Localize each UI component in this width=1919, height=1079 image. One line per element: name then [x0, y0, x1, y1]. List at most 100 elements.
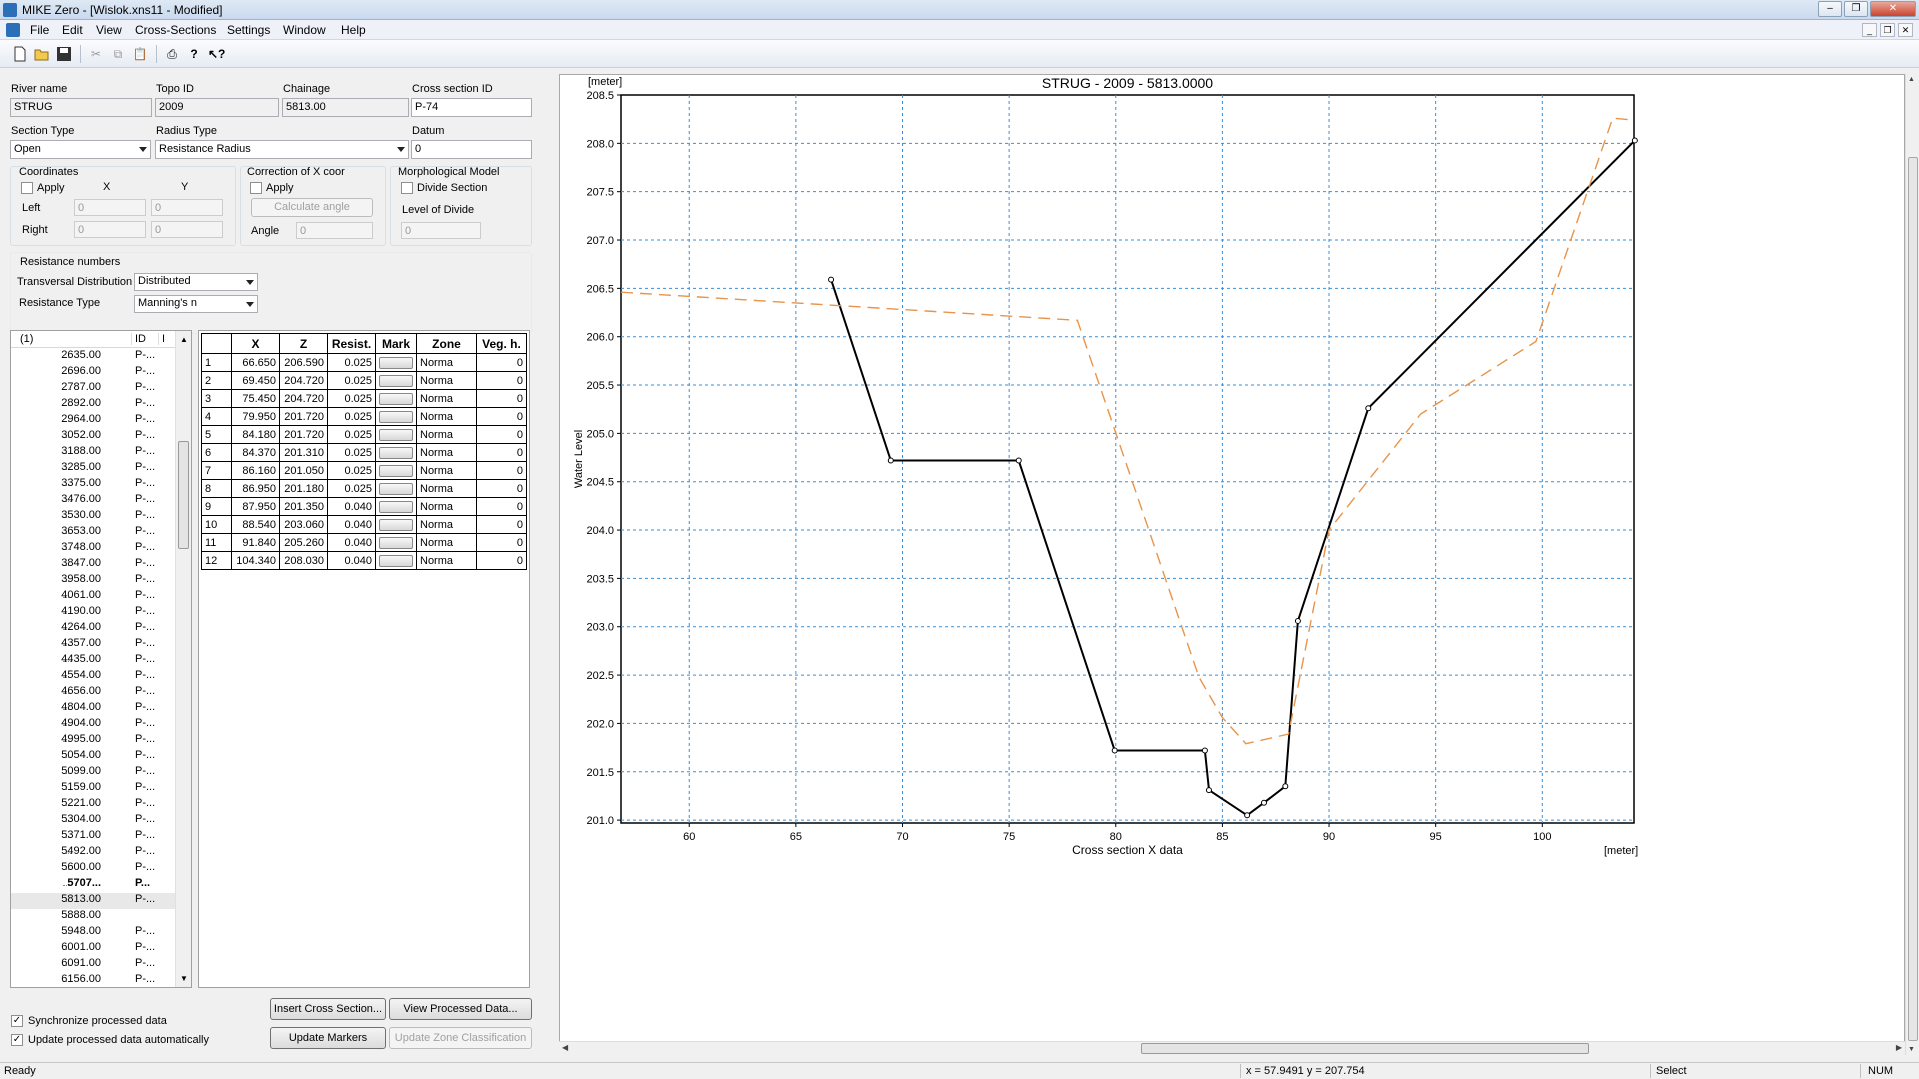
cross-section-points-grid[interactable]: X Z Resist. Mark Zone Veg. h. 1 66.650 206.590 0…	[198, 330, 530, 988]
x-cell[interactable]: 66.650	[231, 353, 280, 372]
row-number[interactable]: 7	[201, 461, 232, 480]
table-row[interactable]: 11 91.840 205.260 0.040 Norma 0	[201, 533, 527, 552]
tree-row[interactable]: 4190.00 P-...	[11, 605, 175, 621]
copy-icon[interactable]: ⧉	[110, 46, 126, 62]
zone-cell[interactable]: Norma	[416, 407, 477, 426]
z-cell[interactable]: 203.060	[279, 515, 328, 534]
mark-cell[interactable]	[375, 461, 417, 480]
zone-cell[interactable]: Norma	[416, 425, 477, 444]
resist-cell[interactable]: 0.040	[327, 497, 376, 516]
mark-button[interactable]	[379, 356, 413, 369]
zone-cell[interactable]: Norma	[416, 533, 477, 552]
veg-cell[interactable]: 0	[476, 551, 527, 570]
transversal-distribution-select[interactable]: Distributed	[134, 273, 258, 291]
tree-row[interactable]: 2964.00 P-...	[11, 413, 175, 429]
grid-header-zone[interactable]: Zone	[416, 333, 477, 354]
veg-cell[interactable]: 0	[476, 461, 527, 480]
calculate-angle-button[interactable]: Calculate angle	[251, 198, 373, 217]
right-x-field[interactable]: 0	[74, 221, 146, 238]
zone-cell[interactable]: Norma	[416, 371, 477, 390]
x-cell[interactable]: 84.180	[231, 425, 280, 444]
zone-cell[interactable]: Norma	[416, 497, 477, 516]
row-number[interactable]: 12	[201, 551, 232, 570]
scroll-down-icon[interactable]: ▼	[1908, 1046, 1915, 1053]
topo-id-field[interactable]: 2009	[155, 98, 279, 117]
tree-row[interactable]: 5813.00 P-...	[11, 893, 175, 909]
divide-section-checkbox[interactable]	[401, 182, 413, 194]
resist-cell[interactable]: 0.040	[327, 515, 376, 534]
cross-section-chart[interactable]: 60 65 70 75 80 85 90 95 100 201.0 201.5 202.0 202.5 2…	[559, 74, 1905, 1055]
tree-row[interactable]: 2892.00 P-...	[11, 397, 175, 413]
z-cell[interactable]: 201.050	[279, 461, 328, 480]
mark-cell[interactable]	[375, 497, 417, 516]
tree-row[interactable]: 5054.00 P-...	[11, 749, 175, 765]
tree-row[interactable]: 6001.00 P-...	[11, 941, 175, 957]
resist-cell[interactable]: 0.025	[327, 479, 376, 498]
z-cell[interactable]: 201.720	[279, 425, 328, 444]
grid-header-mark[interactable]: Mark	[375, 333, 417, 354]
scroll-up-icon[interactable]: ▲	[180, 335, 188, 344]
mark-cell[interactable]	[375, 353, 417, 372]
table-row[interactable]: 3 75.450 204.720 0.025 Norma 0	[201, 389, 527, 408]
z-cell[interactable]: 205.260	[279, 533, 328, 552]
table-row[interactable]: 5 84.180 201.720 0.025 Norma 0	[201, 425, 527, 444]
x-cell[interactable]: 87.950	[231, 497, 280, 516]
datum-field[interactable]: 0	[411, 140, 532, 159]
river-name-field[interactable]: STRUG	[10, 98, 152, 117]
tree-row[interactable]: 2635.00 P-...	[11, 349, 175, 365]
paste-icon[interactable]: 📋	[132, 46, 148, 62]
tree-row[interactable]: 5888.00	[11, 909, 175, 925]
tree-row[interactable]: 6091.00 P-...	[11, 957, 175, 973]
mark-cell[interactable]	[375, 443, 417, 462]
tree-row[interactable]: 4804.00 P-...	[11, 701, 175, 717]
tree-row[interactable]: 4435.00 P-...	[11, 653, 175, 669]
row-number[interactable]: 5	[201, 425, 232, 444]
close-button[interactable]: ✕	[1870, 1, 1916, 17]
tree-row[interactable]: 5099.00 P-...	[11, 765, 175, 781]
resist-cell[interactable]: 0.025	[327, 407, 376, 426]
row-number[interactable]: 8	[201, 479, 232, 498]
tree-row[interactable]: 4995.00 P-...	[11, 733, 175, 749]
table-row[interactable]: 4 79.950 201.720 0.025 Norma 0	[201, 407, 527, 426]
zone-cell[interactable]: Norma	[416, 443, 477, 462]
menu-help[interactable]: Help	[341, 23, 366, 37]
section-type-select[interactable]: Open	[10, 140, 151, 159]
mark-button[interactable]	[379, 518, 413, 531]
row-number[interactable]: 11	[201, 533, 232, 552]
print-icon[interactable]: ⎙	[164, 46, 180, 62]
tree-row[interactable]: 3052.00 P-...	[11, 429, 175, 445]
mark-button[interactable]	[379, 536, 413, 549]
cut-icon[interactable]: ✂	[88, 46, 104, 62]
tree-row[interactable]: 2696.00 P-...	[11, 365, 175, 381]
table-row[interactable]: 7 86.160 201.050 0.025 Norma 0	[201, 461, 527, 480]
veg-cell[interactable]: 0	[476, 479, 527, 498]
window-vertical-scrollbar[interactable]: ▲ ▼	[1905, 74, 1919, 1055]
help-icon[interactable]: ?	[186, 46, 202, 62]
veg-cell[interactable]: 0	[476, 407, 527, 426]
left-y-field[interactable]: 0	[151, 199, 223, 216]
tree-row[interactable]: 3958.00 P-...	[11, 573, 175, 589]
save-icon[interactable]	[56, 46, 72, 62]
veg-cell[interactable]: 0	[476, 443, 527, 462]
resist-cell[interactable]: 0.025	[327, 443, 376, 462]
tree-row[interactable]: 6156.00 P-...	[11, 973, 175, 987]
z-cell[interactable]: 204.720	[279, 389, 328, 408]
grid-header-resist[interactable]: Resist.	[327, 333, 376, 354]
mark-button[interactable]	[379, 410, 413, 423]
veg-cell[interactable]: 0	[476, 353, 527, 372]
resist-cell[interactable]: 0.040	[327, 551, 376, 570]
tree-row[interactable]: 3476.00 P-...	[11, 493, 175, 509]
tree-row[interactable]: 3285.00 P-...	[11, 461, 175, 477]
restore-button[interactable]: ❐	[1844, 1, 1868, 17]
resist-cell[interactable]: 0.025	[327, 461, 376, 480]
row-number[interactable]: 2	[201, 371, 232, 390]
synchronize-checkbox[interactable]: ✓	[11, 1015, 23, 1027]
right-y-field[interactable]: 0	[151, 221, 223, 238]
minimize-button[interactable]: ‒	[1818, 1, 1842, 17]
tree-row[interactable]: 5600.00 P-...	[11, 861, 175, 877]
mark-button[interactable]	[379, 446, 413, 459]
zone-cell[interactable]: Norma	[416, 353, 477, 372]
open-icon[interactable]	[34, 46, 50, 62]
mark-cell[interactable]	[375, 479, 417, 498]
tree-row[interactable]: 3847.00 P-...	[11, 557, 175, 573]
